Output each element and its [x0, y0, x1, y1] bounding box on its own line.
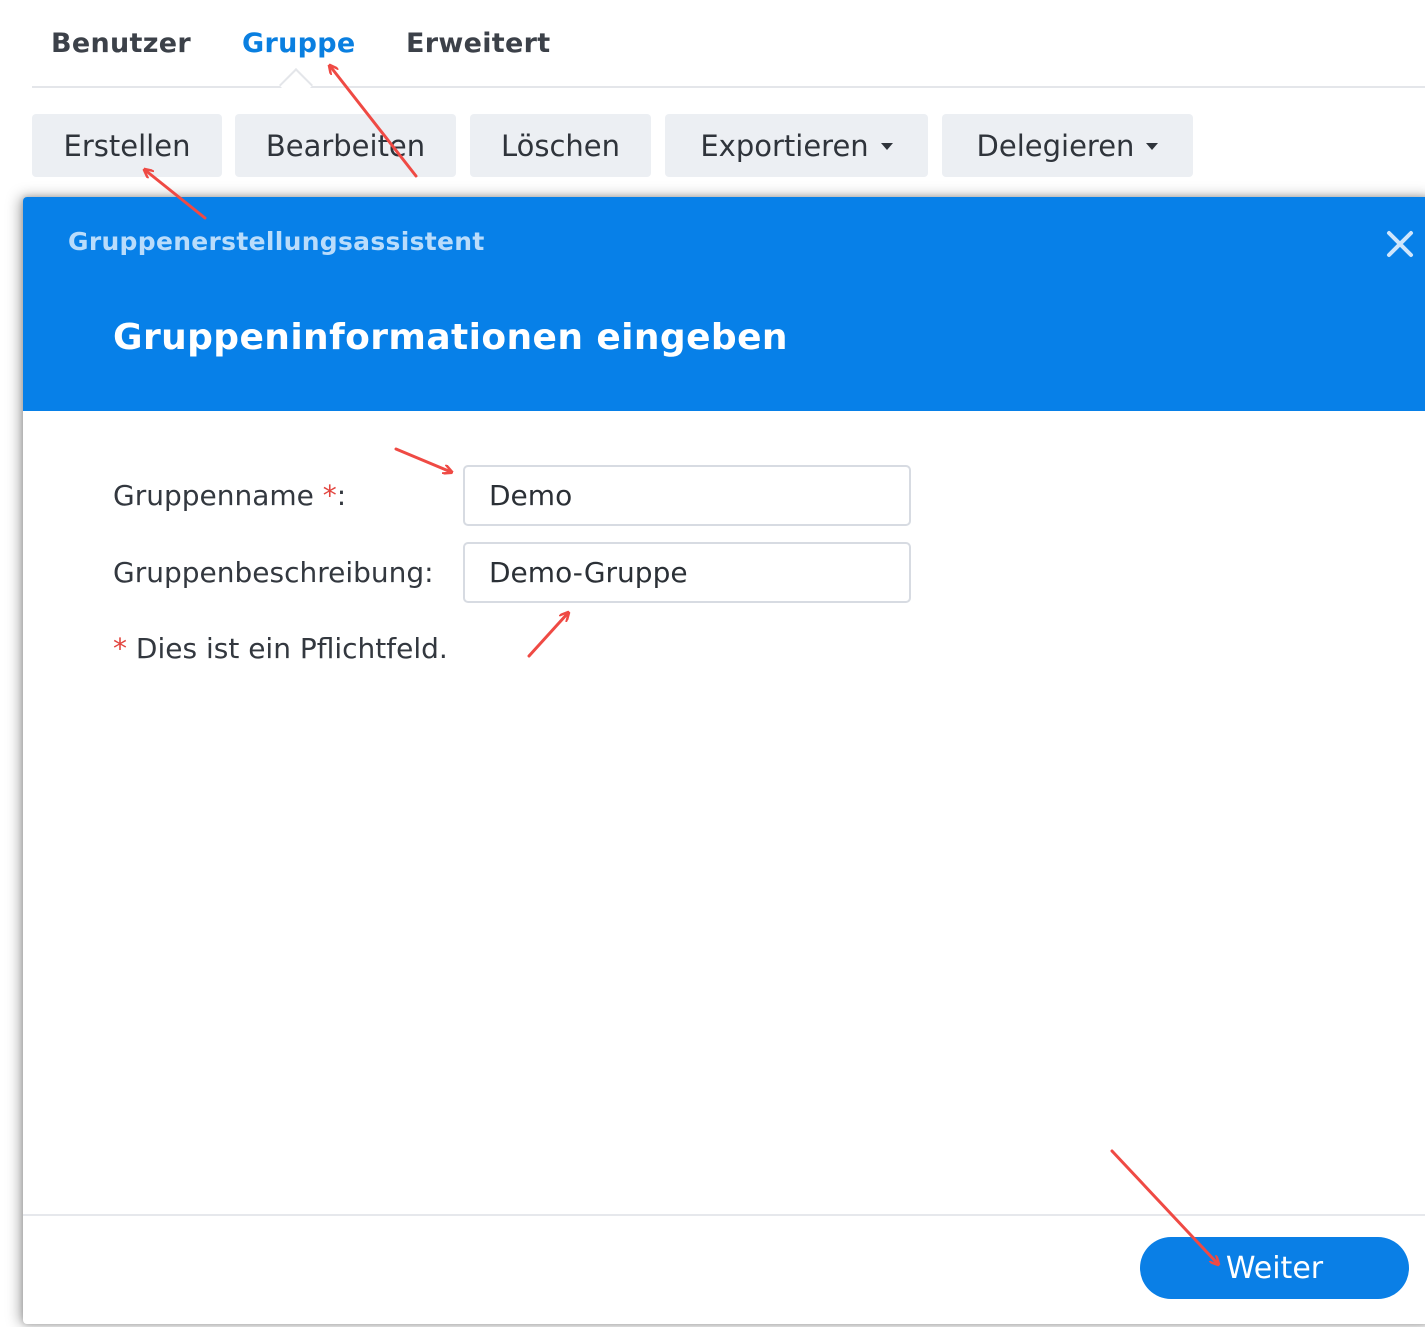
- tab-gruppe[interactable]: Gruppe: [242, 28, 355, 59]
- required-field-note: * Dies ist ein Pflichtfeld.: [113, 632, 448, 665]
- next-button-label: Weiter: [1225, 1250, 1324, 1286]
- delegieren-dropdown-button[interactable]: Delegieren: [942, 114, 1193, 177]
- required-note-text: Dies ist ein Pflichtfeld.: [127, 632, 448, 665]
- tab-benutzer[interactable]: Benutzer: [51, 28, 191, 59]
- loeschen-button[interactable]: Löschen: [470, 114, 651, 177]
- exportieren-dropdown-button[interactable]: Exportieren: [665, 114, 928, 177]
- close-icon[interactable]: [1385, 229, 1415, 259]
- erstellen-label: Erstellen: [63, 128, 191, 163]
- required-mark: *: [322, 479, 337, 512]
- caret-down-icon: [1146, 143, 1159, 150]
- exportieren-label: Exportieren: [700, 128, 869, 163]
- group-description-input[interactable]: [463, 542, 911, 603]
- group-name-label: Gruppenname *:: [113, 479, 346, 512]
- delegieren-label: Delegieren: [976, 128, 1135, 163]
- group-name-input[interactable]: [463, 465, 911, 526]
- dialog-title: Gruppenerstellungsassistent: [68, 227, 485, 256]
- footer-divider: [23, 1214, 1425, 1216]
- next-button[interactable]: Weiter: [1140, 1237, 1409, 1299]
- tab-erweitert[interactable]: Erweitert: [406, 28, 550, 59]
- tab-bar: Benutzer Gruppe Erweitert: [32, 0, 1425, 102]
- label-suffix: :: [336, 479, 347, 512]
- page: Benutzer Gruppe Erweitert Erstellen Bear…: [0, 0, 1425, 1327]
- caret-down-icon: [880, 143, 893, 150]
- bearbeiten-label: Bearbeiten: [265, 128, 426, 163]
- group-name-label-text: Gruppenname: [113, 479, 314, 512]
- active-tab-indicator: [279, 68, 313, 102]
- required-mark: *: [113, 632, 127, 665]
- group-description-label: Gruppenbeschreibung:: [113, 556, 434, 589]
- loeschen-label: Löschen: [500, 128, 621, 163]
- dialog-header: Gruppenerstellungsassistent Gruppeninfor…: [23, 197, 1425, 411]
- bearbeiten-button[interactable]: Bearbeiten: [235, 114, 456, 177]
- step-title: Gruppeninformationen eingeben: [113, 317, 788, 358]
- erstellen-button[interactable]: Erstellen: [32, 114, 222, 177]
- group-creation-wizard-dialog: Gruppenerstellungsassistent Gruppeninfor…: [23, 197, 1425, 1324]
